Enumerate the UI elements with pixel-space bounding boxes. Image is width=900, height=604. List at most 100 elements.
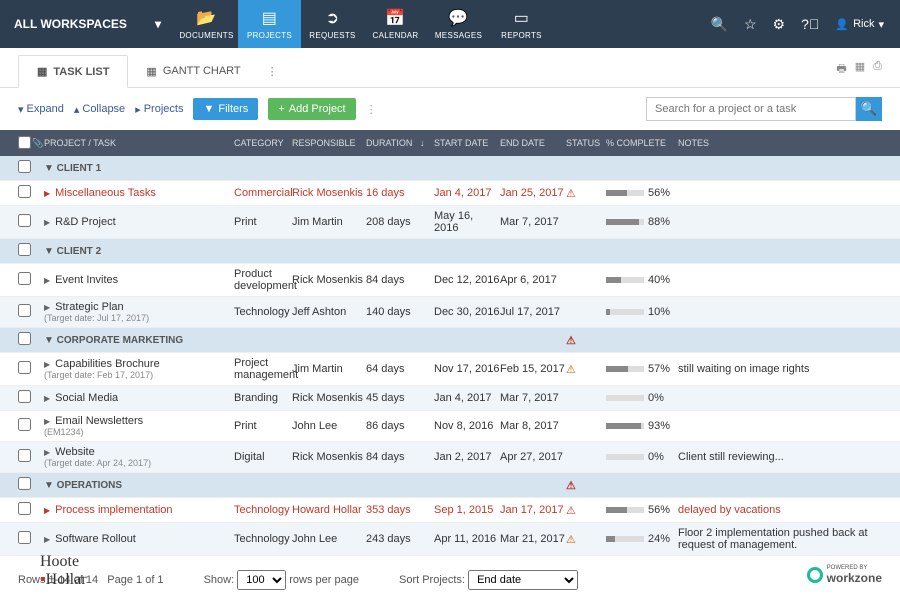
responsible: John Lee xyxy=(292,533,366,545)
col-header[interactable]: 📎 xyxy=(32,138,44,149)
status: ⚠ xyxy=(566,504,606,517)
task-row[interactable]: ▶Software RolloutTechnologyJohn Lee243 d… xyxy=(0,523,900,556)
row-checkbox[interactable] xyxy=(18,531,31,544)
col-header[interactable]: DURATION xyxy=(366,138,420,148)
expand-icon[interactable]: ▶ xyxy=(44,417,50,426)
nav-icon: ▤ xyxy=(262,8,277,28)
col-header[interactable]: ↓ xyxy=(420,138,434,148)
nav-requests[interactable]: ➲REQUESTS xyxy=(301,0,364,48)
group-row[interactable]: ▼ OPERATIONS⚠ xyxy=(0,473,900,498)
end-date: Apr 6, 2017 xyxy=(500,274,566,286)
gear-icon[interactable]: ⚙ xyxy=(773,16,786,33)
task-row[interactable]: ▶Website(Target date: Apr 24, 2017)Digit… xyxy=(0,442,900,473)
task-sub: (Target date: Jul 17, 2017) xyxy=(44,313,234,323)
col-header[interactable]: END DATE xyxy=(500,138,566,148)
col-header[interactable]: START DATE xyxy=(434,138,500,148)
task-row[interactable]: ▶ Strategic Plan(Target date: Jul 17, 201… xyxy=(0,297,900,328)
task-row[interactable]: ▶Capabilities Brochure(Target date: Feb … xyxy=(0,353,900,386)
projects-crumb[interactable]: ▸ Projects xyxy=(135,103,183,116)
help-icon[interactable]: ?⃝ xyxy=(801,16,819,32)
group-checkbox[interactable] xyxy=(18,332,31,345)
category: Commercial xyxy=(234,187,292,199)
task-name: Strategic Plan xyxy=(55,301,123,313)
col-header[interactable]: % COMPLETE xyxy=(606,138,678,148)
expand-icon[interactable]: ▶ xyxy=(44,506,50,515)
end-date: Mar 7, 2017 xyxy=(500,216,566,228)
col-header[interactable]: CATEGORY xyxy=(234,138,292,148)
row-checkbox[interactable] xyxy=(18,361,31,374)
nav-projects[interactable]: ▤PROJECTS xyxy=(238,0,301,48)
row-checkbox[interactable] xyxy=(18,502,31,515)
group-row[interactable]: ▼ CORPORATE MARKETING⚠ xyxy=(0,328,900,353)
start-date: Nov 17, 2016 xyxy=(434,363,500,375)
nav-messages[interactable]: 💬MESSAGES xyxy=(427,0,490,48)
tab-task-list[interactable]: ▦TASK LIST xyxy=(18,55,128,88)
row-checkbox[interactable] xyxy=(18,214,31,227)
task-name: Website xyxy=(55,446,95,458)
task-row[interactable]: ▶Email Newsletters(EM1234)PrintJohn Lee8… xyxy=(0,411,900,442)
expand-link[interactable]: ▾ Expand xyxy=(18,103,64,116)
col-header[interactable]: RESPONSIBLE xyxy=(292,138,366,148)
warning-icon: ⚠ xyxy=(566,364,576,376)
tab-more-icon[interactable]: ⋮ xyxy=(259,56,286,87)
group-row[interactable]: ▼ CLIENT 2 xyxy=(0,239,900,264)
more-icon[interactable]: ⋮ xyxy=(366,103,377,116)
group-row[interactable]: ▼ CLIENT 1 xyxy=(0,156,900,181)
expand-icon[interactable]: ▶ xyxy=(44,535,50,544)
add-project-button[interactable]: +Add Project xyxy=(268,98,355,120)
export-pdf-icon[interactable]: ⎙ xyxy=(873,60,882,79)
nav-documents[interactable]: 📂DOCUMENTS xyxy=(175,0,238,48)
sort-select[interactable]: End date xyxy=(468,570,578,590)
row-checkbox[interactable] xyxy=(18,272,31,285)
start-date: Jan 4, 2017 xyxy=(434,187,500,199)
row-checkbox[interactable] xyxy=(18,304,31,317)
nav-reports[interactable]: ▭REPORTS xyxy=(490,0,553,48)
col-header[interactable]: STATUS xyxy=(566,138,606,148)
rows-per-page-select[interactable]: 100 xyxy=(237,570,286,590)
row-checkbox[interactable] xyxy=(18,390,31,403)
nav-calendar[interactable]: 📅CALENDAR xyxy=(364,0,427,48)
select-all-checkbox[interactable] xyxy=(18,136,31,149)
row-checkbox[interactable] xyxy=(18,449,31,462)
task-sub: (Target date: Apr 24, 2017) xyxy=(44,458,234,468)
alert-icon: ⚠ xyxy=(566,480,576,492)
search-button[interactable]: 🔍 xyxy=(856,97,882,121)
end-date: Mar 7, 2017 xyxy=(500,392,566,404)
col-header[interactable]: NOTES xyxy=(678,138,900,148)
task-row[interactable]: ▶Social MediaBrandingRick Mosenkis45 day… xyxy=(0,386,900,411)
search-input[interactable] xyxy=(646,97,856,121)
duration: 243 days xyxy=(366,533,420,545)
task-row[interactable]: ▶Process implementationTechnologyHoward … xyxy=(0,498,900,523)
expand-icon[interactable]: ▶ xyxy=(44,303,50,312)
col-header[interactable]: PROJECT / TASK xyxy=(44,138,234,148)
workspace-selector[interactable]: ALL WORKSPACES▾ xyxy=(0,17,175,31)
row-checkbox[interactable] xyxy=(18,418,31,431)
page-count: Page 1 of 1 xyxy=(107,574,163,586)
star-icon[interactable]: ☆ xyxy=(744,16,757,33)
export-excel-icon[interactable]: ▦ xyxy=(855,60,865,79)
responsible: John Lee xyxy=(292,420,366,432)
tab-gantt-chart[interactable]: ▦GANTT CHART xyxy=(128,55,258,87)
expand-icon[interactable]: ▶ xyxy=(44,360,50,369)
duration: 64 days xyxy=(366,363,420,375)
user-menu[interactable]: 👤Rick▾ xyxy=(835,18,884,31)
expand-icon[interactable]: ▶ xyxy=(44,394,50,403)
collapse-link[interactable]: ▴ Collapse xyxy=(74,103,125,116)
row-checkbox[interactable] xyxy=(18,185,31,198)
expand-icon[interactable]: ▶ xyxy=(44,276,50,285)
group-checkbox[interactable] xyxy=(18,477,31,490)
expand-icon[interactable]: ▶ xyxy=(44,448,50,457)
task-row[interactable]: ▶Miscellaneous TasksCommercialRick Mosen… xyxy=(0,181,900,206)
task-row[interactable]: ▶Event InvitesProduct developmentRick Mo… xyxy=(0,264,900,297)
search-icon[interactable]: 🔍 xyxy=(711,16,728,33)
expand-icon[interactable]: ▶ xyxy=(44,218,50,227)
group-checkbox[interactable] xyxy=(18,243,31,256)
col-header[interactable] xyxy=(18,136,32,151)
expand-icon[interactable]: ▶ xyxy=(44,189,50,198)
print-icon[interactable]: 🖶 xyxy=(836,60,846,79)
filters-button[interactable]: ▼Filters xyxy=(193,98,258,120)
responsible: Rick Mosenkis xyxy=(292,392,366,404)
task-row[interactable]: ▶R&D ProjectPrintJim Martin208 daysMay 1… xyxy=(0,206,900,239)
group-checkbox[interactable] xyxy=(18,160,31,173)
nav-icon: 📅 xyxy=(385,8,405,28)
